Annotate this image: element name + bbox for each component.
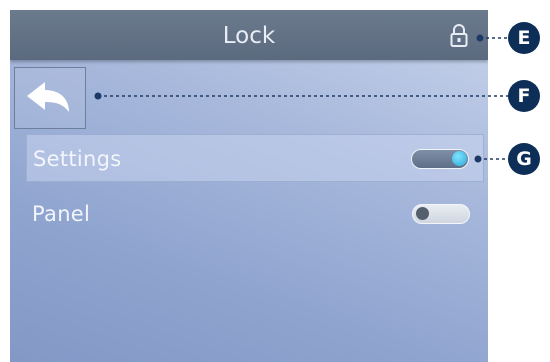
callout-badge-g: G <box>508 143 540 175</box>
callout-badge-f: F <box>508 80 540 112</box>
callout-lines <box>94 34 509 163</box>
callout-badge-e: E <box>508 22 540 54</box>
